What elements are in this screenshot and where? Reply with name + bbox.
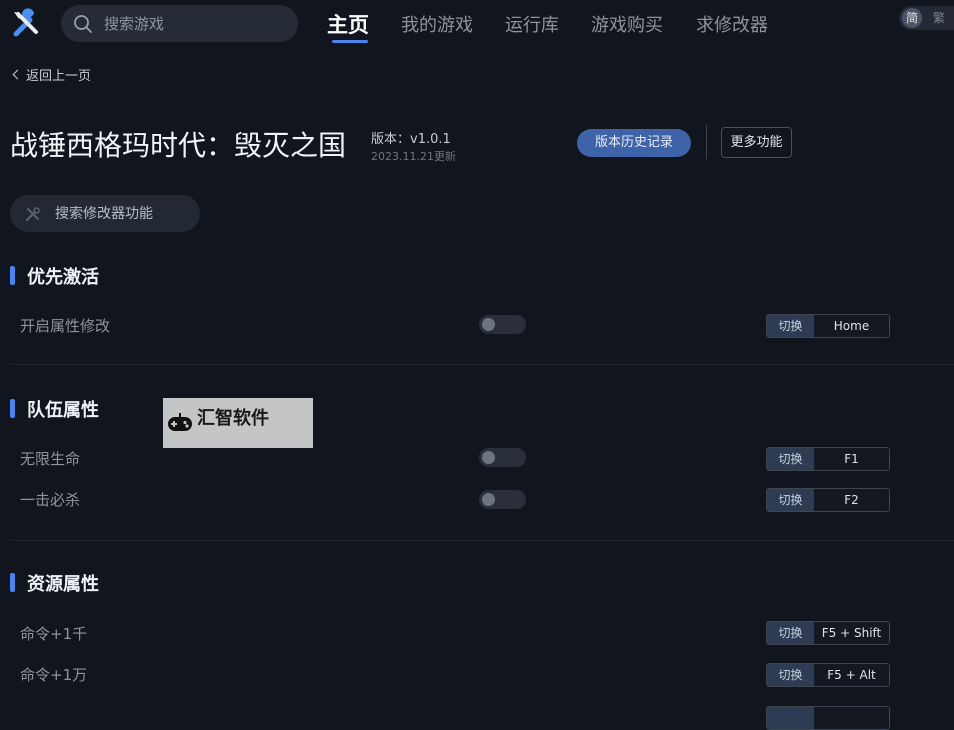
language-switch[interactable]: 简 繁 xyxy=(899,6,954,30)
top-bar: 主页 我的游戏 运行库 游戏购买 求修改器 简 繁 xyxy=(0,0,954,50)
active-tab-indicator xyxy=(332,40,368,43)
section-title-resource-attributes: 资源属性 xyxy=(27,574,99,595)
section-marker xyxy=(10,399,15,418)
search-icon xyxy=(74,15,92,33)
toggle-infinite-health[interactable] xyxy=(479,448,526,467)
hotkey-command-plus-10k: 切换 F5 + Alt xyxy=(766,663,890,687)
hotkey-action-button[interactable]: 切换 xyxy=(767,448,814,470)
traditional-chinese-option[interactable]: 繁 xyxy=(933,9,945,26)
tab-request-trainer[interactable]: 求修改器 xyxy=(696,11,768,37)
hotkey-infinite-health: 切换 F1 xyxy=(766,447,890,471)
feature-search-input[interactable] xyxy=(55,195,195,232)
section-divider xyxy=(10,364,954,365)
toggle-knob xyxy=(482,318,495,331)
hotkey-key[interactable]: F1 xyxy=(814,448,889,470)
watermark-overlay: 汇智软件 xyxy=(163,398,313,448)
tab-my-games[interactable]: 我的游戏 xyxy=(401,11,473,37)
toggle-knob xyxy=(482,451,495,464)
game-version: 版本：v1.0.1 xyxy=(371,132,451,147)
section-marker xyxy=(10,266,15,285)
section-title-priority: 优先激活 xyxy=(27,267,99,288)
hotkey-action-button[interactable]: 切换 xyxy=(767,664,814,686)
section-divider xyxy=(10,540,954,541)
hotkey-action-button[interactable]: 切换 xyxy=(767,315,814,337)
back-link-label: 返回上一页 xyxy=(26,69,92,84)
toggle-enable-attribute-mod[interactable] xyxy=(479,315,526,334)
tab-game-purchase[interactable]: 游戏购买 xyxy=(591,11,663,37)
hotkey-action-button[interactable]: 切换 xyxy=(767,622,814,644)
chevron-left-icon xyxy=(12,69,23,80)
hotkey-key[interactable]: F5 + Alt xyxy=(814,664,889,686)
feature-label-enable-attribute-mod: 开启属性修改 xyxy=(20,317,111,335)
hotkey-key[interactable] xyxy=(814,707,889,729)
hotkey-action-button[interactable]: 切换 xyxy=(767,489,814,511)
section-title-team-attributes: 队伍属性 xyxy=(27,400,99,421)
simplified-chinese-option[interactable]: 简 xyxy=(902,8,922,28)
divider xyxy=(706,125,707,159)
gamepad-icon xyxy=(168,413,192,431)
feature-label-one-hit-kill: 一击必杀 xyxy=(20,491,81,509)
tab-runtime-library[interactable]: 运行库 xyxy=(505,11,559,37)
hotkey-command-plus-1k: 切换 F5 + Shift xyxy=(766,621,890,645)
feature-label-infinite-health: 无限生命 xyxy=(20,450,81,468)
hotkey-key[interactable]: F5 + Shift xyxy=(814,622,889,644)
hotkey-key[interactable]: F2 xyxy=(814,489,889,511)
tools-icon xyxy=(25,207,40,222)
game-search-box[interactable] xyxy=(61,5,298,42)
toggle-knob xyxy=(482,493,495,506)
tools-logo-icon[interactable] xyxy=(10,8,42,40)
version-history-button[interactable]: 版本历史记录 xyxy=(577,129,691,157)
update-date: 2023.11.21更新 xyxy=(371,150,456,163)
feature-label-command-plus-1k: 命令+1千 xyxy=(20,625,88,643)
more-features-button[interactable]: 更多功能 xyxy=(721,127,792,158)
feature-label-command-plus-10k: 命令+1万 xyxy=(20,666,88,684)
hotkey-key[interactable]: Home xyxy=(814,315,889,337)
hotkey-one-hit-kill: 切换 F2 xyxy=(766,488,890,512)
toggle-one-hit-kill[interactable] xyxy=(479,490,526,509)
hotkey-action-button[interactable] xyxy=(767,707,814,729)
watermark-text: 汇智软件 xyxy=(197,408,269,429)
game-title: 战锤西格玛时代：毁灭之国 xyxy=(10,129,347,162)
hotkey-enable-attribute-mod: 切换 Home xyxy=(766,314,890,338)
feature-search-box[interactable] xyxy=(10,195,200,232)
game-search-input[interactable] xyxy=(104,5,284,42)
section-marker xyxy=(10,573,15,592)
tab-home[interactable]: 主页 xyxy=(327,9,369,39)
back-link[interactable]: 返回上一页 xyxy=(12,65,92,84)
hotkey-partial-row xyxy=(766,706,890,730)
